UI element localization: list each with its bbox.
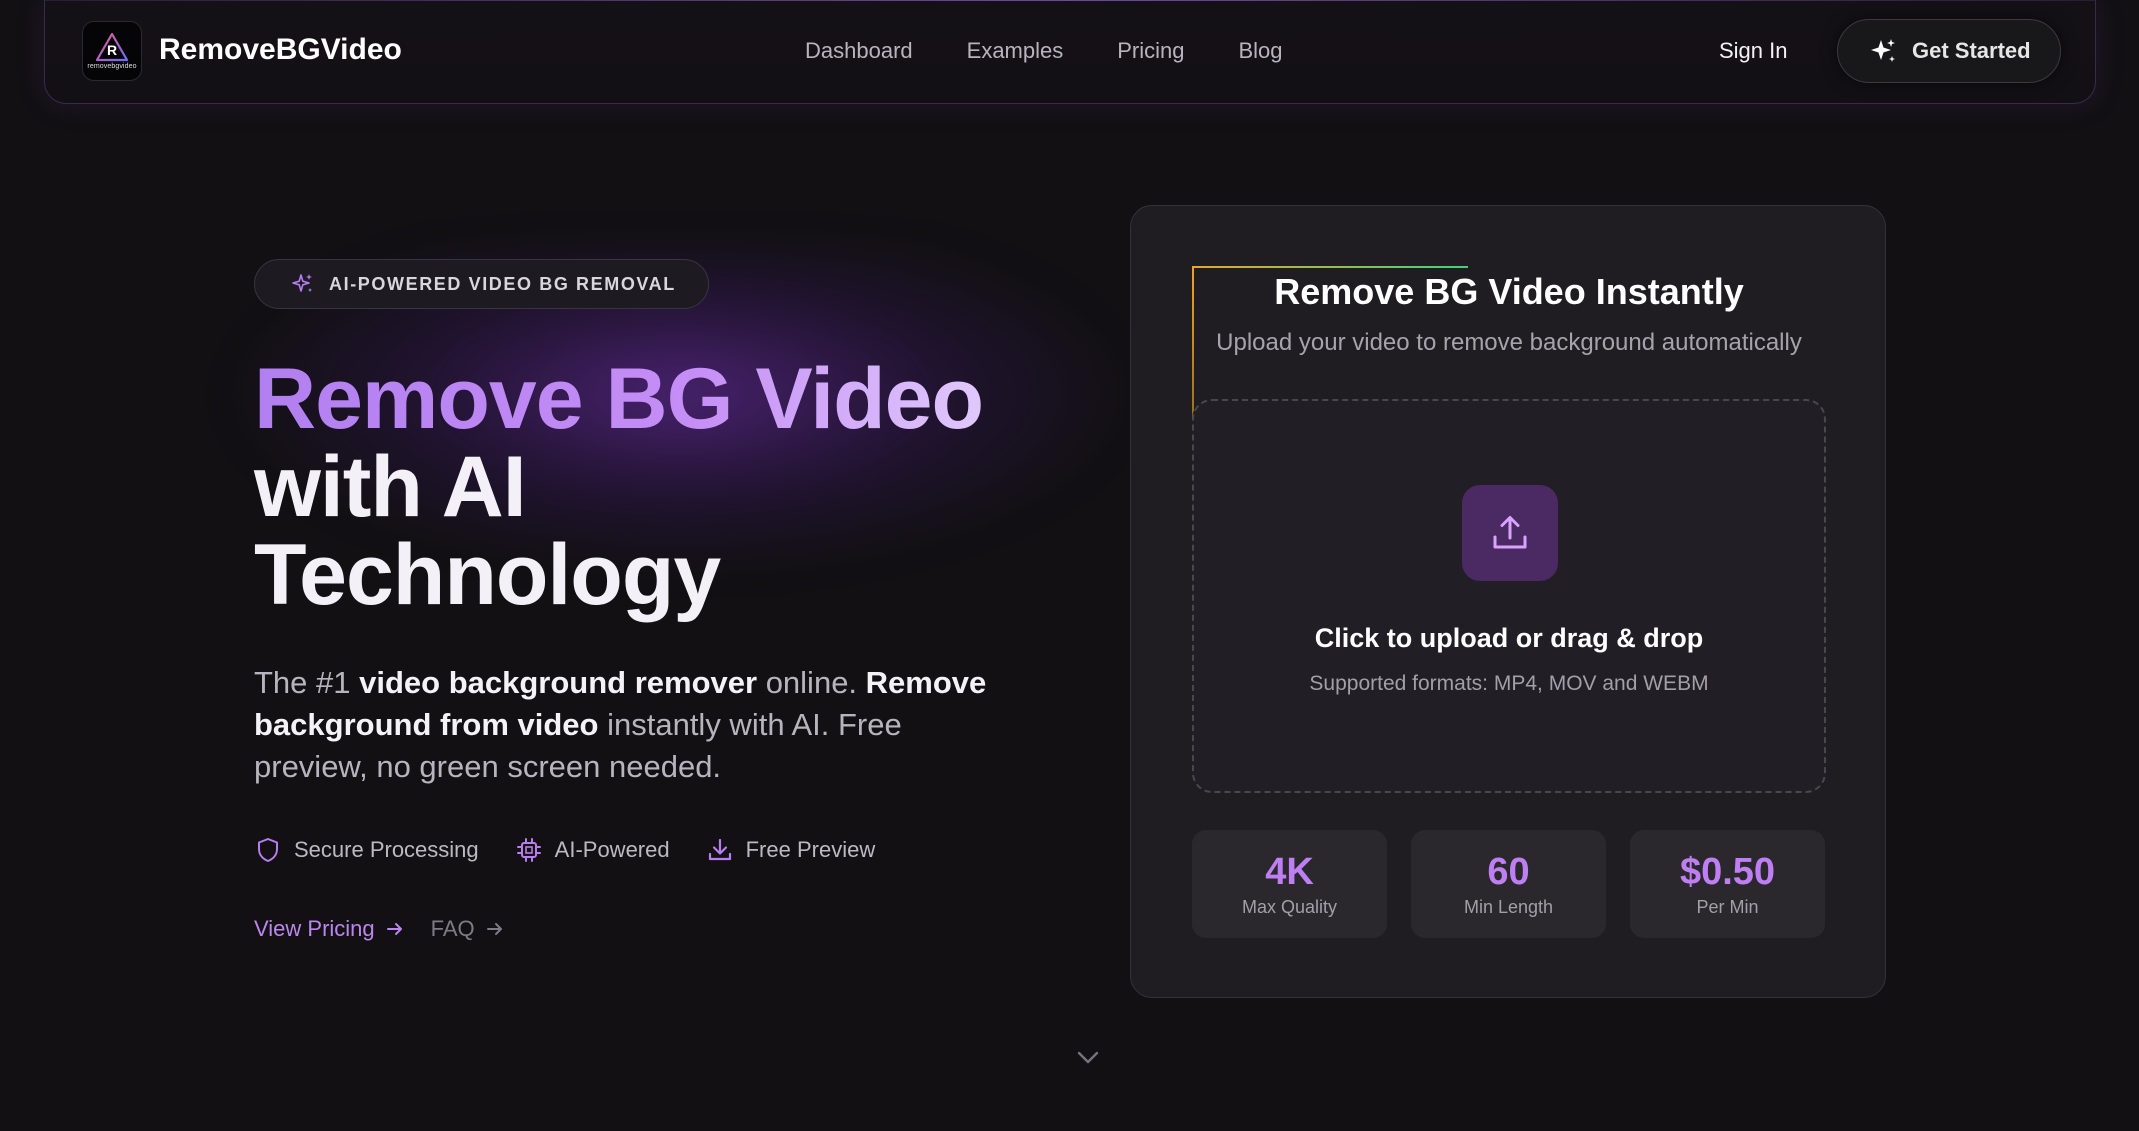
nav-links: Dashboard Examples Pricing Blog <box>805 38 1283 64</box>
arrow-right-icon <box>486 923 502 935</box>
sparkles-icon <box>1871 39 1895 62</box>
lead-text-2: online. <box>757 665 866 700</box>
hero-description: The #1 video background remover online. … <box>254 662 1014 788</box>
top-navbar: R removebgvideo RemoveBGVideo Dashboard … <box>44 0 2096 104</box>
upload-card-title: Remove BG Video Instantly <box>1274 271 1744 312</box>
feature-ai-powered: AI-Powered <box>515 836 670 864</box>
stat-min-length: 60 Min Length <box>1411 830 1606 938</box>
stat-per-min: $0.50 Per Min <box>1630 830 1825 938</box>
get-started-button[interactable]: Get Started <box>1837 19 2061 83</box>
hero-badge-label: AI-POWERED VIDEO BG REMOVAL <box>329 273 676 294</box>
upload-button[interactable] <box>1462 485 1558 581</box>
logo-triangle-icon: R <box>95 32 129 62</box>
logo-wordmark: removebgvideo <box>87 63 137 70</box>
nav-link-pricing[interactable]: Pricing <box>1117 38 1184 64</box>
upload-icon <box>1493 516 1527 549</box>
hero-links: View Pricing FAQ <box>254 916 505 942</box>
stat-label: Max Quality <box>1241 896 1338 917</box>
stat-label: Min Length <box>1463 896 1554 917</box>
feature-list: Secure Processing AI-Powered Free Previe… <box>254 836 875 864</box>
view-pricing-link[interactable]: View Pricing <box>254 916 405 942</box>
stat-value: $0.50 <box>1679 850 1776 893</box>
download-icon <box>708 838 731 861</box>
dropzone-formats: Supported formats: MP4, MOV and WEBM <box>1309 672 1709 695</box>
nav-link-dashboard[interactable]: Dashboard <box>805 38 913 64</box>
hero-badge: AI-POWERED VIDEO BG REMOVAL <box>254 259 709 309</box>
arrow-right-icon <box>386 923 402 935</box>
lead-text-1: The #1 <box>254 665 360 700</box>
view-pricing-label: View Pricing <box>254 916 375 941</box>
stat-label: Per Min <box>1696 896 1759 917</box>
stat-value: 4K <box>1265 850 1314 893</box>
sparkles-icon <box>292 274 312 292</box>
chevron-down-icon[interactable] <box>1073 1045 1103 1069</box>
svg-text:R: R <box>107 42 117 58</box>
feature-label: Free Preview <box>745 837 876 862</box>
dropzone-title: Click to upload or drag & drop <box>1314 623 1704 653</box>
stats-row: 4K Max Quality 60 Min Length $0.50 Per M… <box>1192 830 1825 938</box>
card-accent-line <box>1192 266 1468 268</box>
faq-link[interactable]: FAQ <box>431 916 505 942</box>
nav-link-blog[interactable]: Blog <box>1238 38 1282 64</box>
stat-max-quality: 4K Max Quality <box>1192 830 1387 938</box>
hero-title-line-3: Technology <box>254 527 721 623</box>
nav-link-examples[interactable]: Examples <box>967 38 1064 64</box>
sign-in-link[interactable]: Sign In <box>1719 38 1788 64</box>
logo[interactable]: R removebgvideo <box>82 21 142 81</box>
lead-bold-1: video background remover <box>359 665 758 700</box>
get-started-label: Get Started <box>1912 38 2031 63</box>
upload-card: Remove BG Video Instantly Upload your vi… <box>1130 205 1886 998</box>
feature-label: Secure Processing <box>294 837 479 862</box>
stat-value: 60 <box>1487 850 1530 893</box>
feature-label: AI-Powered <box>554 837 670 862</box>
hero-title-line-2: with AI <box>254 439 527 535</box>
feature-free-preview: Free Preview <box>706 836 876 864</box>
upload-card-subtitle: Upload your video to remove background a… <box>1216 329 1802 356</box>
hero-title-line-1: Remove BG Video <box>254 351 984 447</box>
brand-name[interactable]: RemoveBGVideo <box>159 33 402 67</box>
faq-label: FAQ <box>430 916 475 941</box>
upload-dropzone[interactable]: Click to upload or drag & drop Supported… <box>1192 399 1826 793</box>
chip-icon <box>516 838 541 862</box>
hero-title: Remove BG Video with AI Technology <box>254 351 984 623</box>
shield-icon <box>258 838 278 862</box>
feature-secure-processing: Secure Processing <box>254 836 479 864</box>
